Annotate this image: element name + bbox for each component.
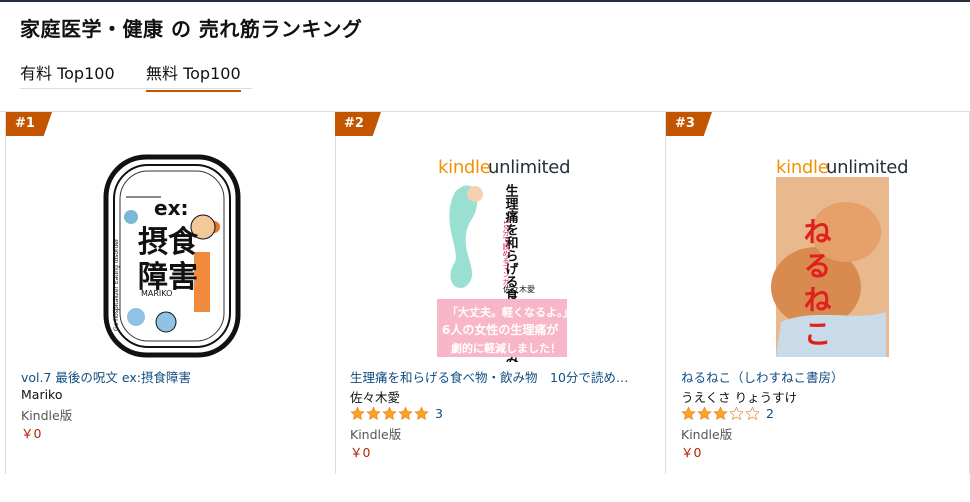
cover-text-line2: 摂食 bbox=[138, 225, 199, 260]
cover-ring-text: Go hospitalize! Eating disorder bbox=[113, 238, 120, 331]
star-icon bbox=[681, 405, 696, 420]
book-author: 佐々木愛 bbox=[350, 390, 401, 405]
ranking-card-2: kindle unlimited 生理痛を和らげる食べ物・飲み物 10分で読める… bbox=[335, 112, 666, 474]
star-icon bbox=[398, 405, 413, 420]
ranking-card-1: ex: 摂食 障害 MARIKO Go hospitalize! Eating … bbox=[5, 112, 336, 474]
cover-author-tag: MARIKO bbox=[141, 289, 172, 298]
star-rating[interactable]: 3 bbox=[350, 405, 443, 421]
ranking-card-3: kindle unlimited ねるねこ #3 ねるねこ（しわすねこ書房） う… bbox=[666, 112, 970, 474]
star-icon bbox=[382, 405, 397, 420]
book-title-link[interactable]: 生理痛を和らげる食べ物・飲み物 10分で読め… bbox=[350, 367, 650, 386]
star-empty-icon bbox=[729, 405, 744, 420]
cover-banner-1: 「大丈夫。軽くなるよ。」 bbox=[447, 305, 574, 319]
ku-logo-unlimited: unlimited bbox=[488, 157, 570, 178]
ku-logo-kindle: kindle bbox=[438, 157, 491, 178]
star-icon bbox=[414, 405, 429, 420]
cover-banner-3: 劇的に軽減しました！ bbox=[451, 341, 561, 355]
book-price: ￥0 bbox=[350, 445, 371, 460]
star-empty-icon bbox=[745, 405, 760, 420]
book-cover-image[interactable]: kindle unlimited 生理痛を和らげる食べ物・飲み物 10分で読める… bbox=[335, 112, 665, 362]
star-icon bbox=[366, 405, 381, 420]
cover-text-ex: ex: bbox=[154, 196, 188, 220]
book-title-link[interactable]: vol.7 最後の呪文 ex:摂食障害 bbox=[21, 367, 321, 386]
top-accent-line bbox=[0, 0, 970, 2]
review-count-link[interactable]: 2 bbox=[766, 406, 774, 421]
star-icon bbox=[350, 405, 365, 420]
book-format: Kindle版 bbox=[681, 427, 733, 442]
book-format: Kindle版 bbox=[21, 408, 73, 423]
cover-author: 佐々木愛 bbox=[503, 284, 535, 294]
book-price: ￥0 bbox=[21, 426, 42, 441]
cover-title: ねるねこ bbox=[800, 217, 833, 353]
book-author: うえくさ りょうすけ bbox=[681, 390, 798, 405]
review-count-link[interactable]: 3 bbox=[435, 406, 443, 421]
book-price: ￥0 bbox=[681, 445, 702, 460]
star-icon bbox=[713, 405, 728, 420]
tab-paid-top100[interactable]: 有料 Top100 bbox=[20, 60, 115, 90]
book-cover-image[interactable]: ex: 摂食 障害 MARIKO Go hospitalize! Eating … bbox=[6, 112, 335, 362]
star-rating[interactable]: 2 bbox=[681, 405, 774, 421]
book-cover-image[interactable]: kindle unlimited ねるねこ bbox=[666, 112, 970, 362]
page-title: 家庭医学・健康 の 売れ筋ランキング bbox=[20, 17, 363, 41]
book-format: Kindle版 bbox=[350, 427, 402, 442]
book-title-link[interactable]: ねるねこ（しわすねこ書房） bbox=[681, 367, 970, 386]
tabs-divider bbox=[20, 88, 252, 89]
ku-logo-kindle: kindle bbox=[776, 157, 829, 178]
star-icon bbox=[697, 405, 712, 420]
book-author: Mariko bbox=[21, 387, 63, 402]
cover-banner-2: 6人の女性の生理痛が bbox=[442, 322, 558, 337]
ku-logo-unlimited: unlimited bbox=[826, 157, 908, 178]
cover-sub: 10分で読めるマンガ bbox=[502, 220, 510, 285]
